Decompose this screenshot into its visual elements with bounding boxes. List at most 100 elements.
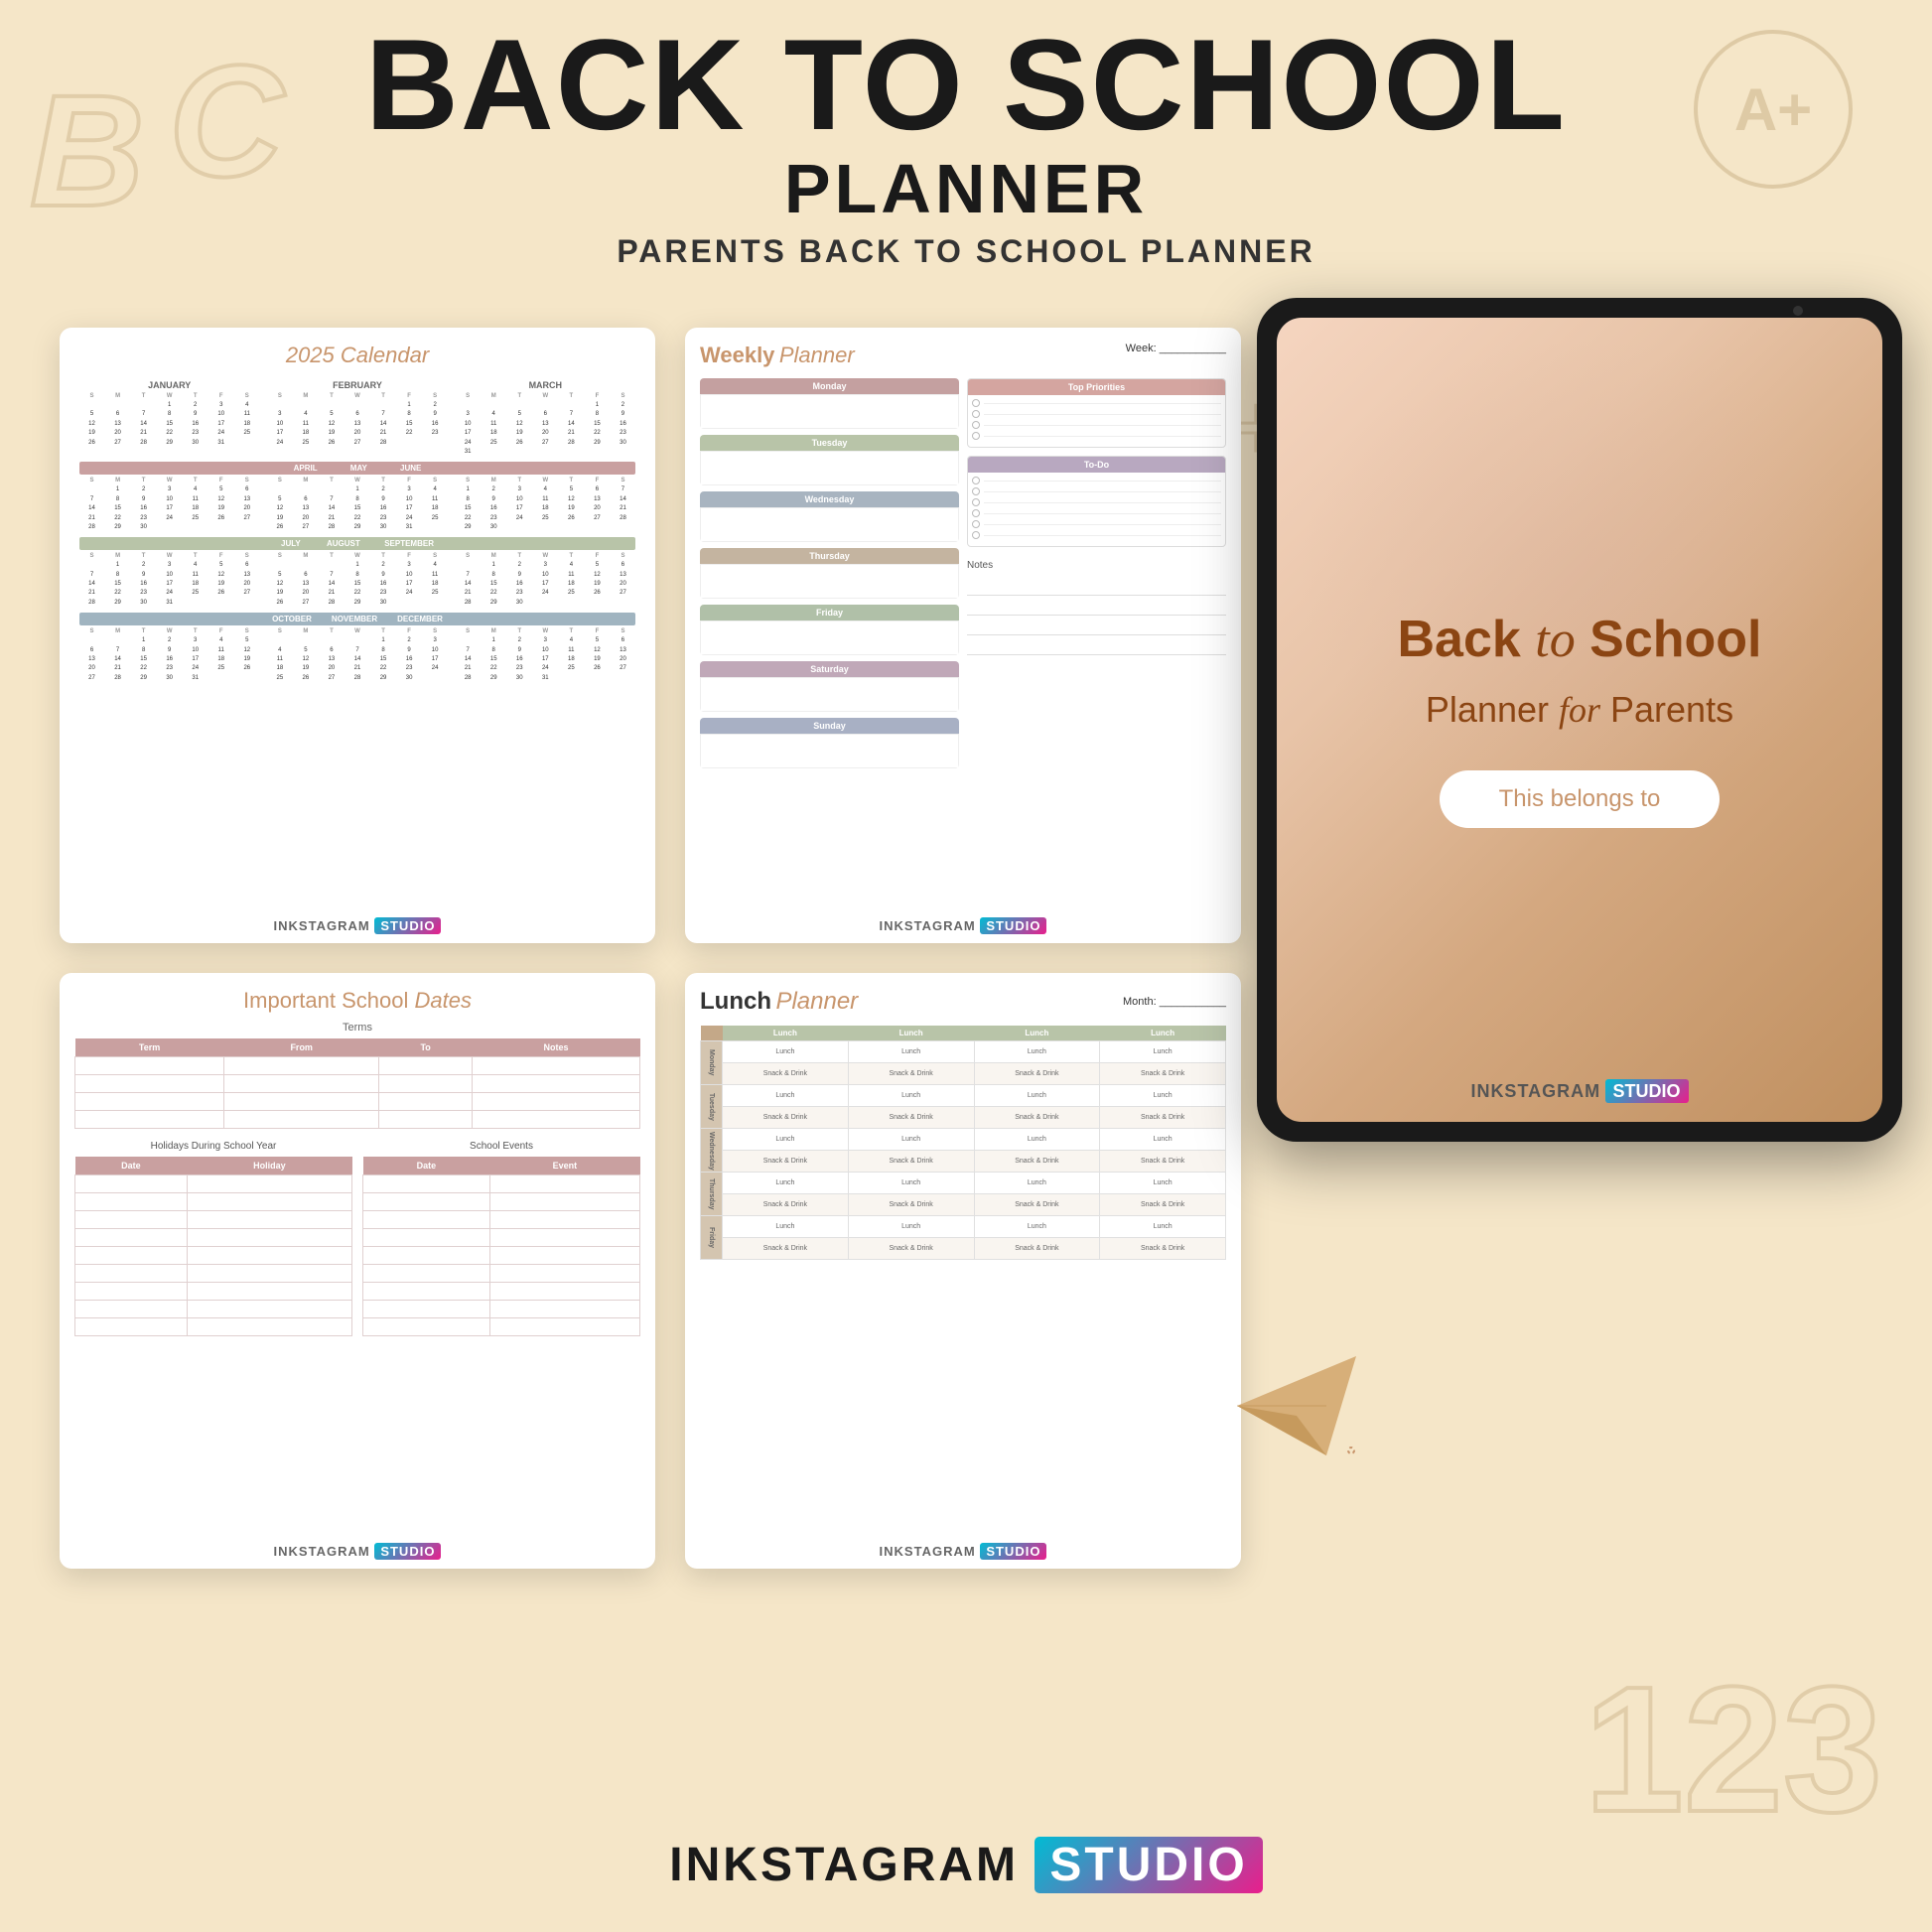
dates-brand: INKSTAGRAM STUDIO [60,1544,655,1559]
month-label: Month: ___________ [1123,996,1226,1008]
table-row [75,1193,352,1211]
lunch-planner-card: Lunch Planner Month: ___________ Lunch L… [685,973,1241,1569]
holidays-table: Date Holiday [74,1157,352,1336]
tablet-brand: INKSTAGRAM STUDIO [1277,1081,1882,1102]
tablet-subtitle: Planner for Parents [1426,689,1733,731]
table-row [363,1318,640,1336]
belongs-to-box: This belongs to [1440,770,1721,828]
lunch-brand: INKSTAGRAM STUDIO [685,1544,1241,1559]
events-title: School Events [362,1141,640,1152]
table-row: Monday LunchLunchLunchLunch [701,1041,1226,1063]
lunch-title-main: Lunch [700,988,771,1015]
bottom-studio-highlight: STUDIO [1035,1837,1262,1893]
table-row [363,1247,640,1265]
tablet-screen: Back to School Planner for Parents This … [1277,318,1882,1122]
todo-section: To-Do [967,456,1226,547]
tablet-content: Back to School Planner for Parents This … [1277,318,1882,1122]
page-header: BACK TO SCHOOL PLANNER PARENTS BACK TO S… [0,20,1932,270]
month-february: FEBRUARY SMTWTFS 12 3456789 101112131415… [267,380,447,456]
table-row [363,1175,640,1193]
day-wednesday: Wednesday [700,491,959,542]
table-row: Wednesday LunchLunchLunchLunch [701,1129,1226,1151]
events-table: Date Event [362,1157,640,1336]
tagline: PARENTS BACK TO SCHOOL PLANNER [0,233,1932,270]
main-title: BACK TO SCHOOL [0,20,1932,149]
table-row: Snack & DrinkSnack & DrinkSnack & DrinkS… [701,1151,1226,1173]
month-july: SMTWTFS 12345 6789101112 13141516171819 … [79,553,259,607]
month-november: SMTWTFS 1 2345678 9101112131415 16171819… [267,628,447,682]
table-row: Snack & DrinkSnack & DrinkSnack & DrinkS… [701,1194,1226,1216]
day-friday: Friday [700,605,959,655]
table-row [75,1301,352,1318]
table-row: Snack & DrinkSnack & DrinkSnack & DrinkS… [701,1238,1226,1260]
cards-grid: 2025 Calendar JANUARY SMTWTFS 1234 56789… [60,328,1241,1569]
terms-table: Term From To Notes [74,1038,640,1129]
table-row [75,1111,640,1129]
month-march: MARCH SMTWTFS 1 2345678 9101112131415 16… [456,380,635,456]
table-row [75,1057,640,1075]
events-section: School Events Date Event [362,1141,640,1346]
cal-q2-header: APRIL MAY JUNE [79,462,635,475]
table-row: Tuesday LunchLunchLunchLunch [701,1085,1226,1107]
table-row [75,1229,352,1247]
weekly-title-italic: Planner [779,343,855,367]
table-row [75,1318,352,1336]
month-january: JANUARY SMTWTFS 1234 567891011 121314151… [79,380,259,456]
day-tuesday: Tuesday [700,435,959,485]
day-monday: Monday [700,378,959,429]
paper-plane-svg [1237,1356,1356,1455]
month-october: SMTWTFS 1234 567891011 12131415161718 19… [79,628,259,682]
table-row [363,1301,640,1318]
table-row [363,1193,640,1211]
tablet-camera [1793,306,1803,316]
month-august: SMTWTFS 12 3456789 10111213141516 171819… [267,553,447,607]
table-row [363,1229,640,1247]
weekly-brand: INKSTAGRAM STUDIO [685,918,1241,933]
sub-title: PLANNER [0,149,1932,228]
table-row [75,1093,640,1111]
top-priorities-section: Top Priorities [967,378,1226,448]
table-row [75,1175,352,1193]
todo-header: To-Do [968,457,1225,473]
table-row [75,1283,352,1301]
days-column: Monday Tuesday Wednesday Thursday Friday [700,378,959,768]
priorities-column: Top Priorities To-Do [967,378,1226,768]
weekly-title-main: Weekly [700,343,774,367]
weekly-content: Monday Tuesday Wednesday Thursday Friday [700,378,1226,768]
month-may: SMTWTFS 123 45678910 11121314151617 1819… [267,478,447,531]
table-row: Snack & DrinkSnack & DrinkSnack & DrinkS… [701,1107,1226,1129]
calendar-card: 2025 Calendar JANUARY SMTWTFS 1234 56789… [60,328,655,943]
bottom-brand-text: INKSTAGRAM [669,1839,1019,1891]
cal-q4-grid: SMTWTFS 1234 567891011 12131415161718 19… [79,628,635,682]
day-saturday: Saturday [700,661,959,712]
cal-q3-header: JULY AUGUST SEPTEMBER [79,537,635,550]
calendar-grid: JANUARY SMTWTFS 1234 567891011 121314151… [79,380,635,456]
lunch-header: Lunch Planner Month: ___________ [700,988,1226,1016]
table-row [75,1075,640,1093]
calendar-brand: INKSTAGRAM STUDIO [60,918,655,933]
cal-q2-grid: SMTWTFS 12345 6789101112 13141516171819 … [79,478,635,531]
cal-q3-grid: SMTWTFS 12345 6789101112 13141516171819 … [79,553,635,607]
terms-section-title: Terms [74,1022,640,1034]
tablet-frame: Back to School Planner for Parents This … [1257,298,1902,1142]
weekly-planner-card: Weekly Planner Week: ___________ Monday … [685,328,1241,943]
tablet-device: Back to School Planner for Parents This … [1257,298,1902,1142]
table-row [75,1265,352,1283]
month-april: SMTWTFS 12345 6789101112 13141516171819 … [79,478,259,531]
dates-two-col: Holidays During School Year Date Holiday [74,1141,640,1346]
week-label: Week: ___________ [1126,343,1226,354]
holidays-title: Holidays During School Year [74,1141,352,1152]
holidays-section: Holidays During School Year Date Holiday [74,1141,352,1346]
notes-section: Notes [967,560,1226,655]
table-row [363,1283,640,1301]
table-row [363,1265,640,1283]
table-row [75,1211,352,1229]
weekly-header: Weekly Planner Week: ___________ [700,343,1226,368]
tablet-main-title: Back to School [1397,612,1761,668]
belongs-to-text: This belongs to [1499,785,1661,813]
day-sunday: Sunday [700,718,959,768]
paper-plane-decoration [1237,1356,1356,1455]
cal-q4-header: OCTOBER NOVEMBER DECEMBER [79,613,635,625]
dates-title: Important School Dates [74,988,640,1014]
top-priorities-header: Top Priorities [968,379,1225,395]
